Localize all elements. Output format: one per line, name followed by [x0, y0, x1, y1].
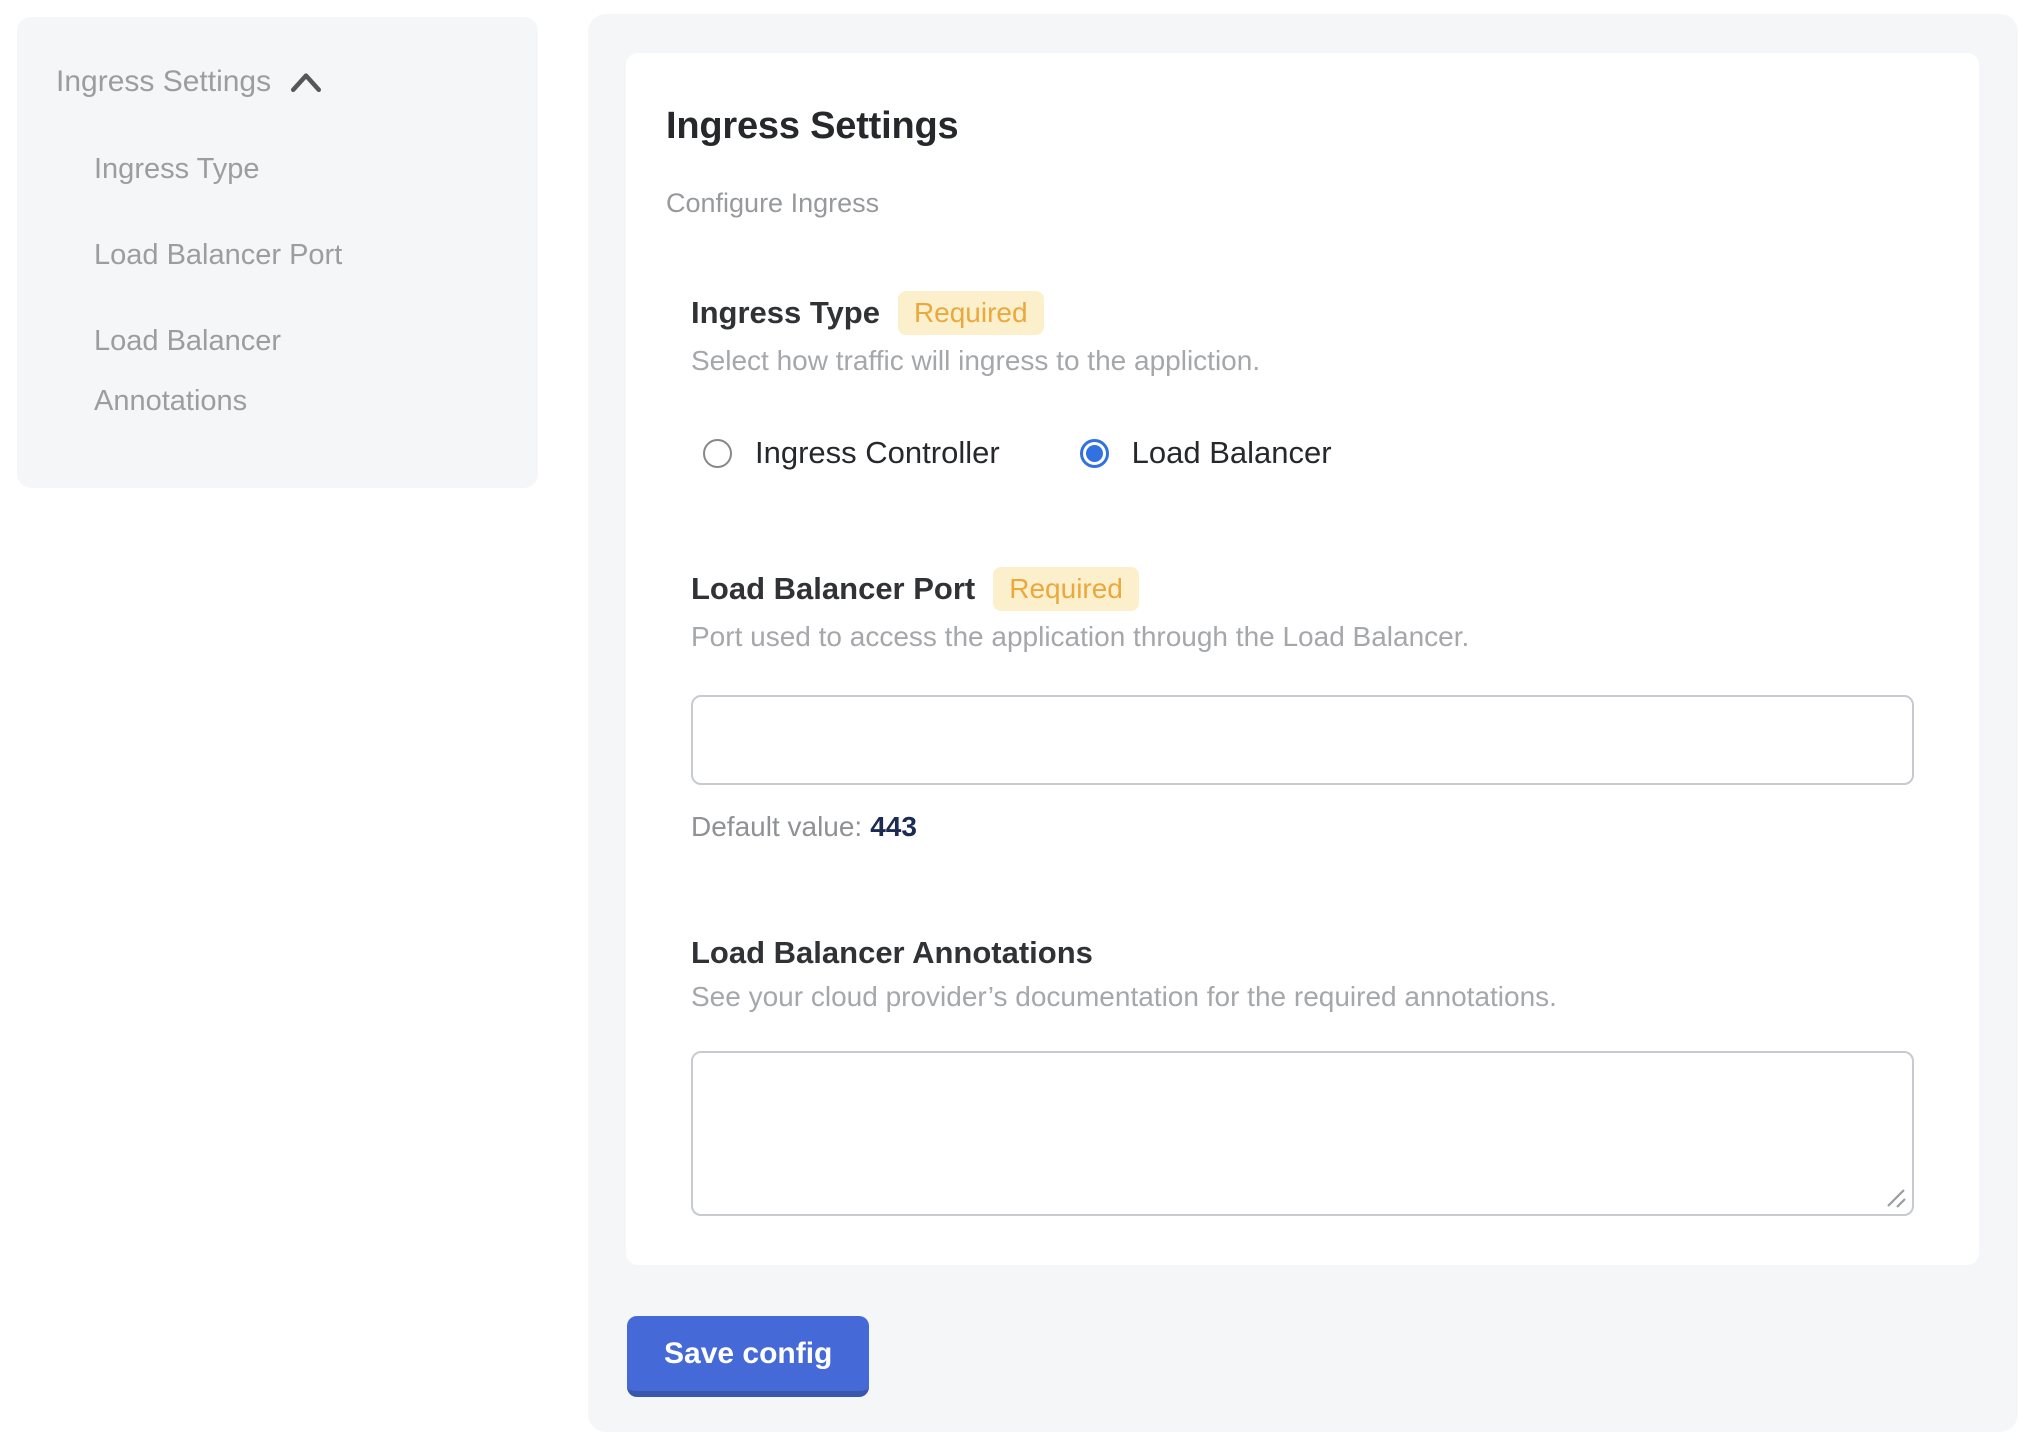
required-badge: Required	[898, 291, 1044, 335]
radio-button-icon[interactable]	[703, 439, 732, 468]
ingress-type-radio-group: Ingress Controller Load Balancer	[703, 435, 1914, 471]
ingress-type-description: Select how traffic will ingress to the a…	[691, 345, 1914, 377]
default-value-label: Default value:	[691, 811, 862, 842]
radio-button-icon[interactable]	[1080, 439, 1109, 468]
ingress-settings-card: Ingress Settings Configure Ingress Ingre…	[626, 53, 1979, 1265]
load-balancer-annotations-description: See your cloud provider’s documentation …	[691, 981, 1914, 1013]
ingress-type-label: Ingress Type	[691, 295, 880, 331]
load-balancer-port-input[interactable]	[691, 695, 1914, 785]
load-balancer-annotations-textarea[interactable]	[691, 1051, 1914, 1216]
load-balancer-port-description: Port used to access the application thro…	[691, 621, 1914, 653]
sidebar-nav-list: Ingress Type Load Balancer Port Load Bal…	[94, 139, 510, 431]
ingress-type-section: Ingress Type Required Select how traffic…	[691, 291, 1914, 471]
default-value-line: Default value: 443	[691, 811, 1914, 843]
page-title: Ingress Settings	[666, 105, 1914, 148]
load-balancer-port-section: Load Balancer Port Required Port used to…	[691, 567, 1914, 843]
load-balancer-annotations-label: Load Balancer Annotations	[691, 935, 1093, 971]
sidebar-section-title: Ingress Settings	[56, 65, 271, 99]
radio-label-ingress-controller: Ingress Controller	[755, 435, 1000, 471]
sidebar-item-load-balancer-annotations[interactable]: Load Balancer Annotations	[94, 311, 424, 431]
sidebar-item-ingress-type[interactable]: Ingress Type	[94, 139, 424, 199]
settings-panel: Ingress Settings Configure Ingress Ingre…	[588, 14, 2018, 1432]
load-balancer-annotations-section: Load Balancer Annotations See your cloud…	[691, 935, 1914, 1216]
sidebar-item-load-balancer-port[interactable]: Load Balancer Port	[94, 225, 424, 285]
radio-label-load-balancer: Load Balancer	[1132, 435, 1332, 471]
radio-option-ingress-controller[interactable]: Ingress Controller	[703, 435, 1000, 471]
default-value-number: 443	[870, 811, 917, 842]
annotations-textarea-wrap	[691, 1051, 1914, 1216]
required-badge: Required	[993, 567, 1139, 611]
page-subtitle: Configure Ingress	[666, 188, 1914, 219]
sidebar-section-toggle[interactable]: Ingress Settings	[56, 65, 510, 99]
radio-option-load-balancer[interactable]: Load Balancer	[1080, 435, 1332, 471]
load-balancer-port-label: Load Balancer Port	[691, 571, 975, 607]
save-config-button[interactable]: Save config	[627, 1316, 869, 1397]
chevron-up-icon	[289, 70, 323, 94]
settings-nav-sidebar: Ingress Settings Ingress Type Load Balan…	[17, 17, 538, 488]
